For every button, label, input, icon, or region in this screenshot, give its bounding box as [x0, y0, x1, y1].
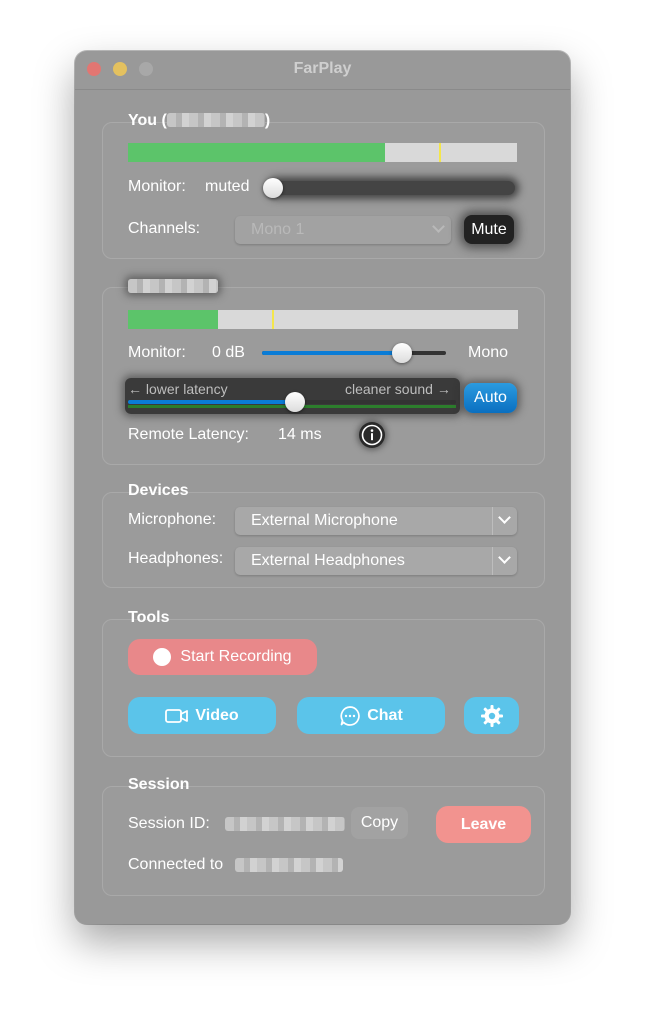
- microphone-select[interactable]: External Microphone: [235, 507, 517, 535]
- remote-monitor-value: 0 dB: [212, 344, 245, 361]
- you-title-suffix: ): [264, 112, 271, 129]
- microphone-label: Microphone:: [128, 511, 217, 528]
- redacted-remote-name: [128, 279, 218, 293]
- video-button[interactable]: Video: [128, 697, 276, 734]
- start-recording-button[interactable]: Start Recording: [128, 639, 317, 675]
- remote-monitor-slider-fill: [262, 351, 402, 355]
- remote-level-meter: [128, 310, 518, 329]
- session-title: Session: [128, 776, 190, 793]
- you-section-title: You (): [128, 111, 270, 130]
- headphones-select-value: External Headphones: [251, 552, 405, 569]
- gear-icon: [480, 704, 503, 727]
- latency-slider-fill: [128, 400, 295, 404]
- you-monitor-slider-knob[interactable]: [263, 178, 283, 198]
- mono-label: Mono: [468, 344, 509, 361]
- channels-select[interactable]: Mono 1: [235, 216, 451, 244]
- farplay-window: FarPlay You () Monitor: muted Channels: …: [75, 51, 570, 924]
- you-title-prefix: You (: [128, 112, 167, 129]
- chevron-down-icon: [492, 507, 517, 535]
- session-id-label: Session ID:: [128, 815, 210, 832]
- you-monitor-value: muted: [205, 178, 250, 195]
- redacted-session-id: [225, 817, 345, 831]
- you-peak-marker: [439, 143, 441, 162]
- remote-peak-marker: [272, 310, 274, 329]
- channels-select-value: Mono 1: [251, 221, 305, 238]
- lower-latency-label: ← lower latency: [128, 381, 228, 397]
- settings-button[interactable]: [464, 697, 519, 734]
- window-title: FarPlay: [293, 60, 352, 77]
- channels-label: Channels:: [128, 220, 201, 237]
- remote-level-fill: [128, 310, 218, 329]
- remote-latency-value: 14 ms: [278, 426, 322, 443]
- chevron-down-icon: [492, 547, 517, 575]
- latency-slider-knob[interactable]: [285, 392, 305, 412]
- chevron-down-icon: [427, 216, 451, 244]
- remote-monitor-slider[interactable]: [262, 351, 446, 355]
- remote-monitor-slider-knob[interactable]: [392, 343, 412, 363]
- you-level-meter: [128, 143, 517, 162]
- mute-button[interactable]: Mute: [464, 215, 514, 244]
- start-recording-label: Start Recording: [180, 648, 292, 665]
- headphones-label: Headphones:: [128, 550, 224, 567]
- connected-to-label: Connected to: [128, 856, 224, 873]
- video-label: Video: [195, 706, 239, 724]
- you-monitor-label: Monitor:: [128, 178, 186, 195]
- redacted-connected-peer: [235, 858, 343, 872]
- leave-button[interactable]: Leave: [436, 806, 531, 843]
- record-dot-icon: [153, 648, 172, 666]
- info-button[interactable]: [359, 422, 385, 448]
- chat-button[interactable]: Chat: [297, 697, 445, 734]
- you-monitor-slider[interactable]: [270, 181, 515, 195]
- info-icon: [361, 424, 383, 446]
- tools-title: Tools: [128, 609, 170, 626]
- copy-button[interactable]: Copy: [351, 807, 408, 839]
- you-level-fill: [128, 143, 385, 162]
- video-camera-icon: [165, 708, 189, 723]
- headphones-select[interactable]: External Headphones: [235, 547, 517, 575]
- redacted-username: [166, 113, 265, 127]
- cleaner-sound-label: cleaner sound →: [345, 381, 451, 397]
- title-bar: FarPlay: [75, 51, 570, 90]
- auto-button[interactable]: Auto: [464, 383, 517, 413]
- chat-bubble-icon: [340, 705, 360, 726]
- remote-latency-label: Remote Latency:: [128, 426, 249, 443]
- remote-monitor-label: Monitor:: [128, 344, 186, 361]
- microphone-select-value: External Microphone: [251, 512, 398, 529]
- chat-label: Chat: [367, 706, 403, 724]
- devices-title: Devices: [128, 482, 189, 499]
